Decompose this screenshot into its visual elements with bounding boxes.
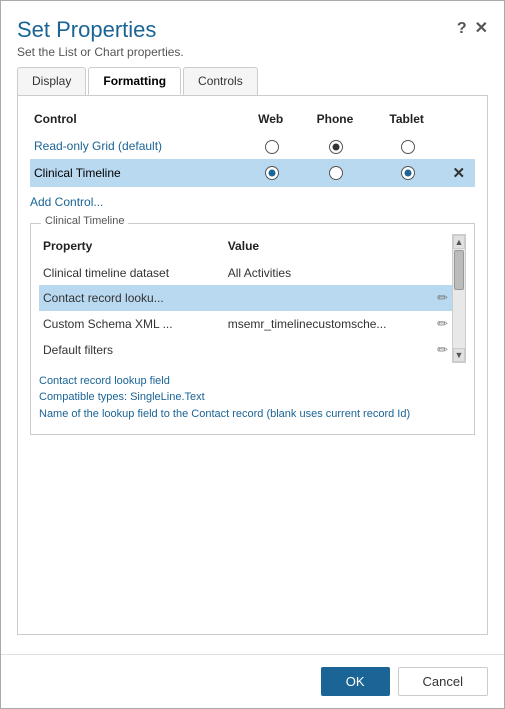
property-table: Property Value Clinical timeline dataset… xyxy=(39,234,452,363)
tab-bar: Display Formatting Controls xyxy=(17,67,488,95)
radio-icon-checked[interactable] xyxy=(265,166,279,180)
prop-name-filters: Default filters xyxy=(39,337,224,363)
tab-content-formatting: Control Web Phone Tablet Read-only Grid … xyxy=(17,95,488,635)
edit-icon[interactable]: ✏ xyxy=(437,342,448,357)
add-control-link[interactable]: Add Control... xyxy=(30,195,103,209)
dialog-subtitle: Set the List or Chart properties. xyxy=(17,45,184,59)
dialog-body: Display Formatting Controls Control Web … xyxy=(1,67,504,654)
scroll-track[interactable] xyxy=(453,249,465,348)
radio-clinical-tablet[interactable] xyxy=(373,159,443,187)
prop-row-default-filters: Default filters ✏ xyxy=(39,337,452,363)
help-icon[interactable]: ? xyxy=(457,21,467,37)
scroll-down-button[interactable]: ▼ xyxy=(453,348,465,362)
prop-value-schema: msemr_timelinecustomsche... xyxy=(224,311,391,337)
prop-value-filters xyxy=(224,337,391,363)
dialog-footer: OK Cancel xyxy=(1,654,504,708)
description-box: Contact record lookup field Compatible t… xyxy=(39,373,466,423)
radio-clinical-phone[interactable] xyxy=(299,159,372,187)
controls-table: Control Web Phone Tablet Read-only Grid … xyxy=(30,108,475,187)
prop-name-schema: Custom Schema XML ... xyxy=(39,311,224,337)
control-name-readonly: Read-only Grid (default) xyxy=(30,134,244,159)
property-table-container: Property Value Clinical timeline dataset… xyxy=(39,234,466,363)
prop-name-dataset: Clinical timeline dataset xyxy=(39,261,224,285)
prop-value-dataset: All Activities xyxy=(224,261,391,285)
close-icon[interactable]: ✕ xyxy=(475,21,488,37)
description-line-1: Contact record lookup field xyxy=(39,373,466,390)
section-legend: Clinical Timeline xyxy=(41,215,128,227)
radio-readonly-web[interactable] xyxy=(244,134,299,159)
description-line-2: Compatible types: SingleLine.Text xyxy=(39,389,466,406)
property-table-wrap: Property Value Clinical timeline dataset… xyxy=(39,234,452,363)
col-header-control: Control xyxy=(30,108,244,134)
set-properties-dialog: Set Properties Set the List or Chart pro… xyxy=(0,0,505,709)
edit-contact-button[interactable]: ✏ xyxy=(390,285,452,311)
edit-filters-button[interactable]: ✏ xyxy=(390,337,452,363)
control-name-clinical: Clinical Timeline xyxy=(30,159,244,187)
control-row-clinical-timeline[interactable]: Clinical Timeline ✕ xyxy=(30,159,475,187)
prop-row-dataset: Clinical timeline dataset All Activities xyxy=(39,261,452,285)
prop-col-header: Property xyxy=(39,234,224,261)
col-header-web: Web xyxy=(244,108,299,134)
edit-icon[interactable]: ✏ xyxy=(437,316,448,331)
clinical-timeline-section: Clinical Timeline Property Value xyxy=(30,223,475,436)
delete-icon[interactable]: ✕ xyxy=(453,165,466,182)
header-actions: ? ✕ xyxy=(457,21,488,37)
tab-display[interactable]: Display xyxy=(17,67,86,95)
ok-button[interactable]: OK xyxy=(321,667,390,696)
radio-icon[interactable] xyxy=(265,140,279,154)
scroll-up-button[interactable]: ▲ xyxy=(453,235,465,249)
radio-icon[interactable] xyxy=(401,140,415,154)
dialog-header: Set Properties Set the List or Chart pro… xyxy=(1,1,504,67)
radio-icon-checked[interactable] xyxy=(329,140,343,154)
prop-row-custom-schema: Custom Schema XML ... msemr_timelinecust… xyxy=(39,311,452,337)
scroll-thumb[interactable] xyxy=(454,250,464,290)
tab-controls[interactable]: Controls xyxy=(183,67,258,95)
col-header-tablet: Tablet xyxy=(373,108,443,134)
prop-value-contact xyxy=(224,285,391,311)
edit-icon[interactable]: ✏ xyxy=(437,290,448,305)
description-line-3: Name of the lookup field to the Contact … xyxy=(39,406,466,423)
radio-clinical-web[interactable] xyxy=(244,159,299,187)
radio-icon-checked[interactable] xyxy=(401,166,415,180)
tab-formatting[interactable]: Formatting xyxy=(88,67,181,95)
prop-name-contact: Contact record looku... xyxy=(39,285,224,311)
cancel-button[interactable]: Cancel xyxy=(398,667,488,696)
header-left: Set Properties Set the List or Chart pro… xyxy=(17,17,184,59)
prop-row-contact-lookup[interactable]: Contact record looku... ✏ xyxy=(39,285,452,311)
radio-readonly-phone[interactable] xyxy=(299,134,372,159)
delete-clinical-button[interactable]: ✕ xyxy=(443,159,475,187)
value-col-header: Value xyxy=(224,234,391,261)
radio-icon[interactable] xyxy=(329,166,343,180)
dialog-title: Set Properties xyxy=(17,17,184,43)
edit-schema-button[interactable]: ✏ xyxy=(390,311,452,337)
radio-readonly-tablet[interactable] xyxy=(373,134,443,159)
control-row-readonly-grid: Read-only Grid (default) xyxy=(30,134,475,159)
scrollbar[interactable]: ▲ ▼ xyxy=(452,234,466,363)
col-header-phone: Phone xyxy=(299,108,372,134)
